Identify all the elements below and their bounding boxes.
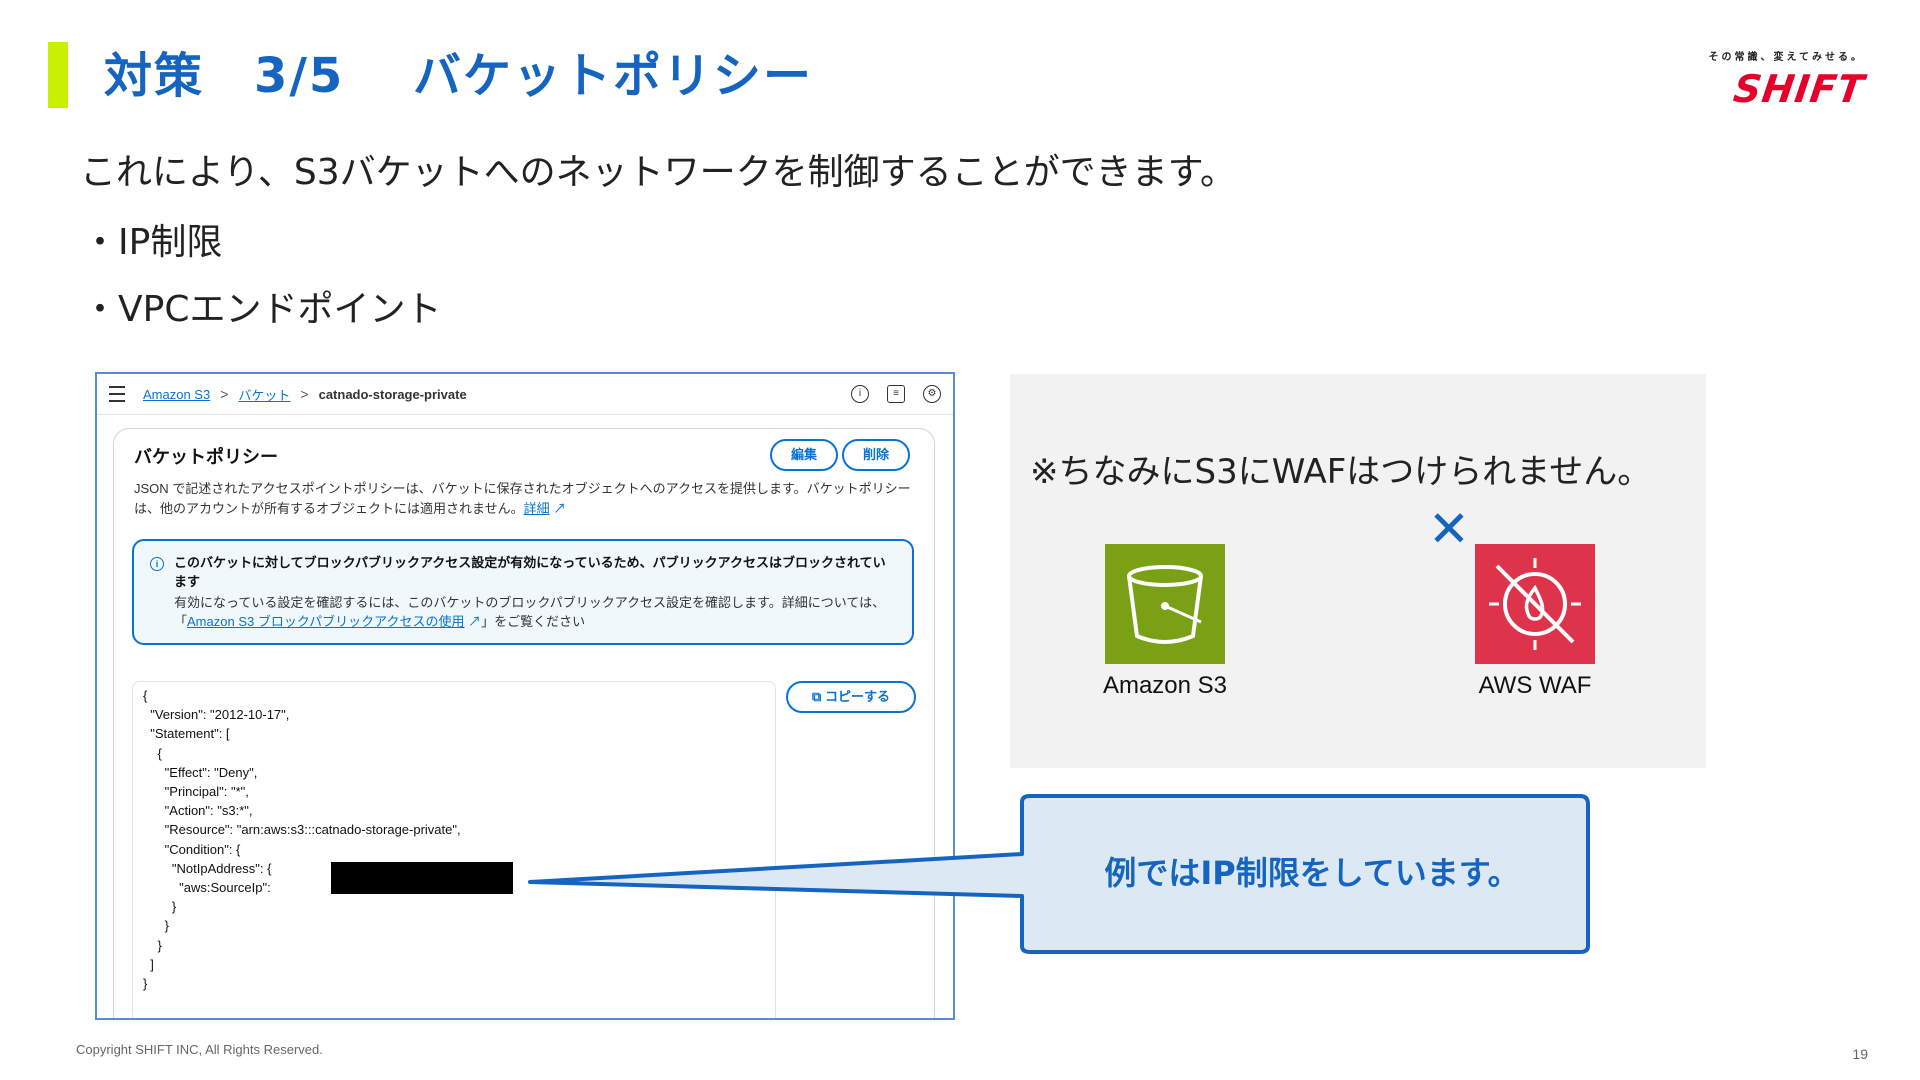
bucket-icon	[1105, 544, 1225, 664]
breadcrumb-amazon-s3[interactable]: Amazon S3	[143, 387, 210, 402]
copy-label: コピーする	[824, 689, 890, 704]
policy-json: { "Version": "2012-10-17", "Statement": …	[143, 688, 461, 992]
copyright: Copyright SHIFT INC, All Rights Reserved…	[76, 1042, 323, 1057]
info-icon: i	[150, 557, 164, 571]
cross-icon: ✕	[1428, 500, 1470, 558]
info-body-text-end: 」をご覧ください	[481, 614, 586, 629]
settings-icon[interactable]: ⚙	[923, 385, 941, 403]
s3-label: Amazon S3	[1102, 672, 1228, 699]
info-icon[interactable]: i	[851, 385, 869, 403]
breadcrumb-current-bucket: catnado-storage-private	[318, 386, 467, 402]
copy-button[interactable]: ⧉ コピーする	[786, 681, 916, 713]
console-topbar: Amazon S3 > バケット > catnado-storage-priva…	[97, 374, 953, 415]
page-number: 19	[1852, 1046, 1868, 1062]
slide-title: 対策 3/5 バケットポリシー	[104, 48, 814, 104]
logo-tagline: その常識、変えてみせる。	[1708, 52, 1864, 63]
topbar-icons: i ≡ ⚙	[851, 385, 941, 403]
info-alert-title: このバケットに対してブロックパブリックアクセス設定が有効になっているため、パブリ…	[174, 555, 886, 589]
edit-button[interactable]: 編集	[770, 439, 838, 471]
panel-icon[interactable]: ≡	[887, 385, 905, 403]
chevron-right-icon: >	[220, 386, 229, 402]
block-public-access-link[interactable]: Amazon S3 ブロックパブリックアクセスの使用	[187, 614, 465, 629]
info-alert-body: 有効になっている設定を確認するには、このバケットのブロックパブリックアクセス設定…	[174, 593, 894, 631]
lead-text: これにより、S3バケットへのネットワークを制御することができます。	[80, 152, 1236, 193]
details-link[interactable]: 詳細	[524, 501, 550, 516]
delete-button[interactable]: 削除	[842, 439, 910, 471]
card-title: バケットポリシー	[134, 447, 278, 467]
waf-label: AWS WAF	[1478, 672, 1592, 699]
title-accent-bar	[48, 42, 68, 108]
firewall-icon	[1475, 544, 1595, 664]
redacted-ip	[331, 862, 513, 894]
card-description: JSON で記述されたアクセスポイントポリシーは、バケットに保存されたオブジェク…	[134, 479, 914, 519]
external-link-icon: ↗	[553, 501, 567, 516]
waf-note-panel: ※ちなみにS3にWAFはつけられません。 ✕ Amazon S3 AWS WAF	[1010, 374, 1706, 768]
chevron-right-icon: >	[300, 386, 309, 402]
waf-note: ※ちなみにS3にWAFはつけられません。	[1030, 452, 1652, 492]
card-description-text: JSON で記述されたアクセスポイントポリシーは、バケットに保存されたオブジェク…	[134, 481, 911, 516]
company-logo: その常識、変えてみせる。 SHIFT	[1694, 48, 1868, 111]
breadcrumb-buckets[interactable]: バケット	[238, 385, 290, 404]
logo-wordmark: SHIFT	[1730, 67, 1868, 111]
external-link-icon: ↗	[464, 614, 482, 629]
menu-icon[interactable]	[109, 386, 125, 402]
info-alert: i このバケットに対してブロックパブリックアクセス設定が有効になっているため、パ…	[132, 539, 914, 645]
bullet-ip-restriction: ・IP制限	[82, 222, 223, 263]
callout-text: 例ではIP制限をしています。	[1104, 854, 1520, 892]
copy-icon: ⧉	[812, 689, 822, 704]
bullet-vpc-endpoint: ・VPCエンドポイント	[82, 289, 442, 330]
